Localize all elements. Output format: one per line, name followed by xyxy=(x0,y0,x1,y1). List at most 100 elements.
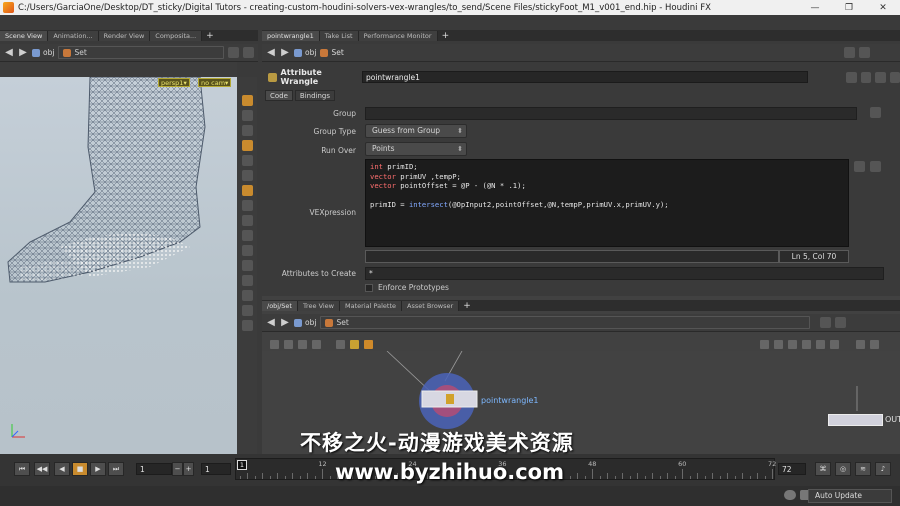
group-icon[interactable] xyxy=(241,290,253,301)
back-arrow-icon[interactable]: ◀ xyxy=(4,47,14,58)
scene-viewport[interactable] xyxy=(0,77,237,454)
list-view-icon[interactable] xyxy=(284,340,293,349)
pointwrangle-node-label[interactable]: pointwrangle1 xyxy=(481,396,539,405)
select-group-arrow-icon[interactable] xyxy=(870,107,881,118)
sim-icon[interactable]: ≋ xyxy=(855,462,871,476)
back-arrow-icon-3[interactable]: ◀ xyxy=(266,317,276,328)
align-icon-1[interactable] xyxy=(760,340,769,349)
home-icon[interactable] xyxy=(870,340,879,349)
snap-icon[interactable] xyxy=(241,185,253,196)
tab-asset-browser[interactable]: Asset Browser xyxy=(402,301,460,311)
frame-step-minus[interactable]: − xyxy=(172,462,183,476)
play-reverse-button[interactable]: ◀ xyxy=(54,462,70,476)
tab-pointwrangle1[interactable]: pointwrangle1 xyxy=(262,31,320,41)
stop-button[interactable]: ■ xyxy=(72,462,88,476)
attributes-to-create-field[interactable]: * xyxy=(365,267,884,280)
tab-scene-view[interactable]: Scene View xyxy=(0,31,49,41)
add-tab-button-2[interactable]: + xyxy=(438,31,454,41)
out-node[interactable] xyxy=(828,414,883,426)
run-over-menu[interactable]: Points xyxy=(365,142,467,156)
close-button[interactable]: ✕ xyxy=(866,3,900,13)
vertex-icon[interactable] xyxy=(241,260,253,271)
node-name-field[interactable]: pointwrangle1 xyxy=(361,71,809,83)
frame-step-plus[interactable]: + xyxy=(183,462,194,476)
layer-icon[interactable] xyxy=(241,305,253,316)
start-frame-field[interactable]: 1 xyxy=(201,463,231,475)
gear-icon[interactable] xyxy=(846,71,857,83)
node-path-field[interactable]: Set xyxy=(58,46,224,59)
network-box-icon[interactable] xyxy=(336,340,345,349)
edge-icon[interactable] xyxy=(241,230,253,241)
realtime-icon[interactable]: ◎ xyxy=(835,462,851,476)
group-field[interactable] xyxy=(365,107,857,120)
camera-menu[interactable]: persp1▾ xyxy=(158,78,190,87)
back-arrow-icon-2[interactable]: ◀ xyxy=(266,47,276,58)
settings-icon-3[interactable] xyxy=(835,317,847,328)
ruler-icon[interactable] xyxy=(241,275,253,286)
align-icon-6[interactable] xyxy=(830,340,839,349)
tree-layout-icon[interactable] xyxy=(270,340,279,349)
audio-icon[interactable]: ♪ xyxy=(875,462,891,476)
tab-bindings[interactable]: Bindings xyxy=(294,90,336,101)
pin-icon-2[interactable] xyxy=(844,47,856,58)
light-icon[interactable] xyxy=(241,155,253,166)
obj-crumb-2[interactable]: obj xyxy=(294,48,316,57)
code-menu-arrow-icon[interactable] xyxy=(870,161,881,172)
brush-icon[interactable] xyxy=(241,200,253,211)
network-path-field[interactable]: Set xyxy=(320,316,811,329)
obj-crumb-3[interactable]: obj xyxy=(294,318,316,327)
tab-obj-set[interactable]: /obj/Set xyxy=(262,301,298,311)
text-tool-icon[interactable] xyxy=(241,320,253,331)
tab-take-list[interactable]: Take List xyxy=(319,31,359,41)
maximize-button[interactable]: ❐ xyxy=(832,3,866,13)
tab-render-view[interactable]: Render View xyxy=(98,31,151,41)
select-tool-icon[interactable] xyxy=(241,95,253,106)
settings-icon[interactable] xyxy=(243,47,254,58)
sticky-note-icon[interactable] xyxy=(350,340,359,349)
forward-arrow-icon-3[interactable]: ▶ xyxy=(280,317,290,328)
layout-icon[interactable] xyxy=(312,340,321,349)
tab-animation[interactable]: Animation... xyxy=(48,31,99,41)
tab-material-palette[interactable]: Material Palette xyxy=(340,301,402,311)
align-icon-3[interactable] xyxy=(788,340,797,349)
align-icon-2[interactable] xyxy=(774,340,783,349)
tab-code[interactable]: Code xyxy=(265,90,293,101)
node-crumb-2[interactable]: Set xyxy=(320,48,840,57)
current-frame-marker[interactable]: 1 xyxy=(237,460,247,470)
group-type-menu[interactable]: Guess from Group xyxy=(365,124,467,138)
lock-icon[interactable] xyxy=(241,110,253,121)
pin-icon[interactable] xyxy=(228,47,239,58)
align-icon-5[interactable] xyxy=(816,340,825,349)
tab-tree-view[interactable]: Tree View xyxy=(297,301,341,311)
settings-icon-2[interactable] xyxy=(859,47,871,58)
pin-icon-3[interactable] xyxy=(820,317,832,328)
face-icon[interactable] xyxy=(241,245,253,256)
jump-end-button[interactable]: ⏭ xyxy=(108,462,124,476)
jump-start-button[interactable]: ⏮ xyxy=(14,462,30,476)
key-icon[interactable]: ⌘ xyxy=(815,462,831,476)
info-icon[interactable] xyxy=(875,71,886,83)
minimize-button[interactable]: — xyxy=(798,3,832,13)
point-icon[interactable] xyxy=(241,215,253,226)
no-cam-menu[interactable]: no cam▾ xyxy=(198,78,232,87)
step-back-button[interactable]: ◀◀ xyxy=(34,462,50,476)
obj-crumb[interactable]: obj xyxy=(32,48,54,57)
help-icon[interactable] xyxy=(860,71,872,83)
align-icon-4[interactable] xyxy=(802,340,811,349)
expand-editor-icon[interactable] xyxy=(854,161,865,172)
zoom-icon[interactable] xyxy=(856,340,865,349)
add-tab-button-3[interactable]: + xyxy=(459,301,475,311)
color-palette-icon[interactable] xyxy=(364,340,373,349)
enforce-prototypes-checkbox[interactable] xyxy=(365,284,373,292)
auto-update-menu[interactable]: Auto Update xyxy=(808,489,892,503)
tab-compositor[interactable]: Composita... xyxy=(150,31,203,41)
grid-view-icon[interactable] xyxy=(298,340,307,349)
handle-tool-icon[interactable] xyxy=(241,140,253,151)
forward-arrow-icon[interactable]: ▶ xyxy=(18,47,28,58)
show-handle-icon[interactable] xyxy=(241,170,253,181)
add-tab-button[interactable]: + xyxy=(202,31,218,41)
end-frame-field[interactable]: 72 xyxy=(778,463,806,475)
pose-tool-icon[interactable] xyxy=(241,125,253,136)
forward-arrow-icon-2[interactable]: ▶ xyxy=(280,47,290,58)
vex-code-editor[interactable]: int primID; vector primUV ,tempP; vector… xyxy=(365,159,849,247)
